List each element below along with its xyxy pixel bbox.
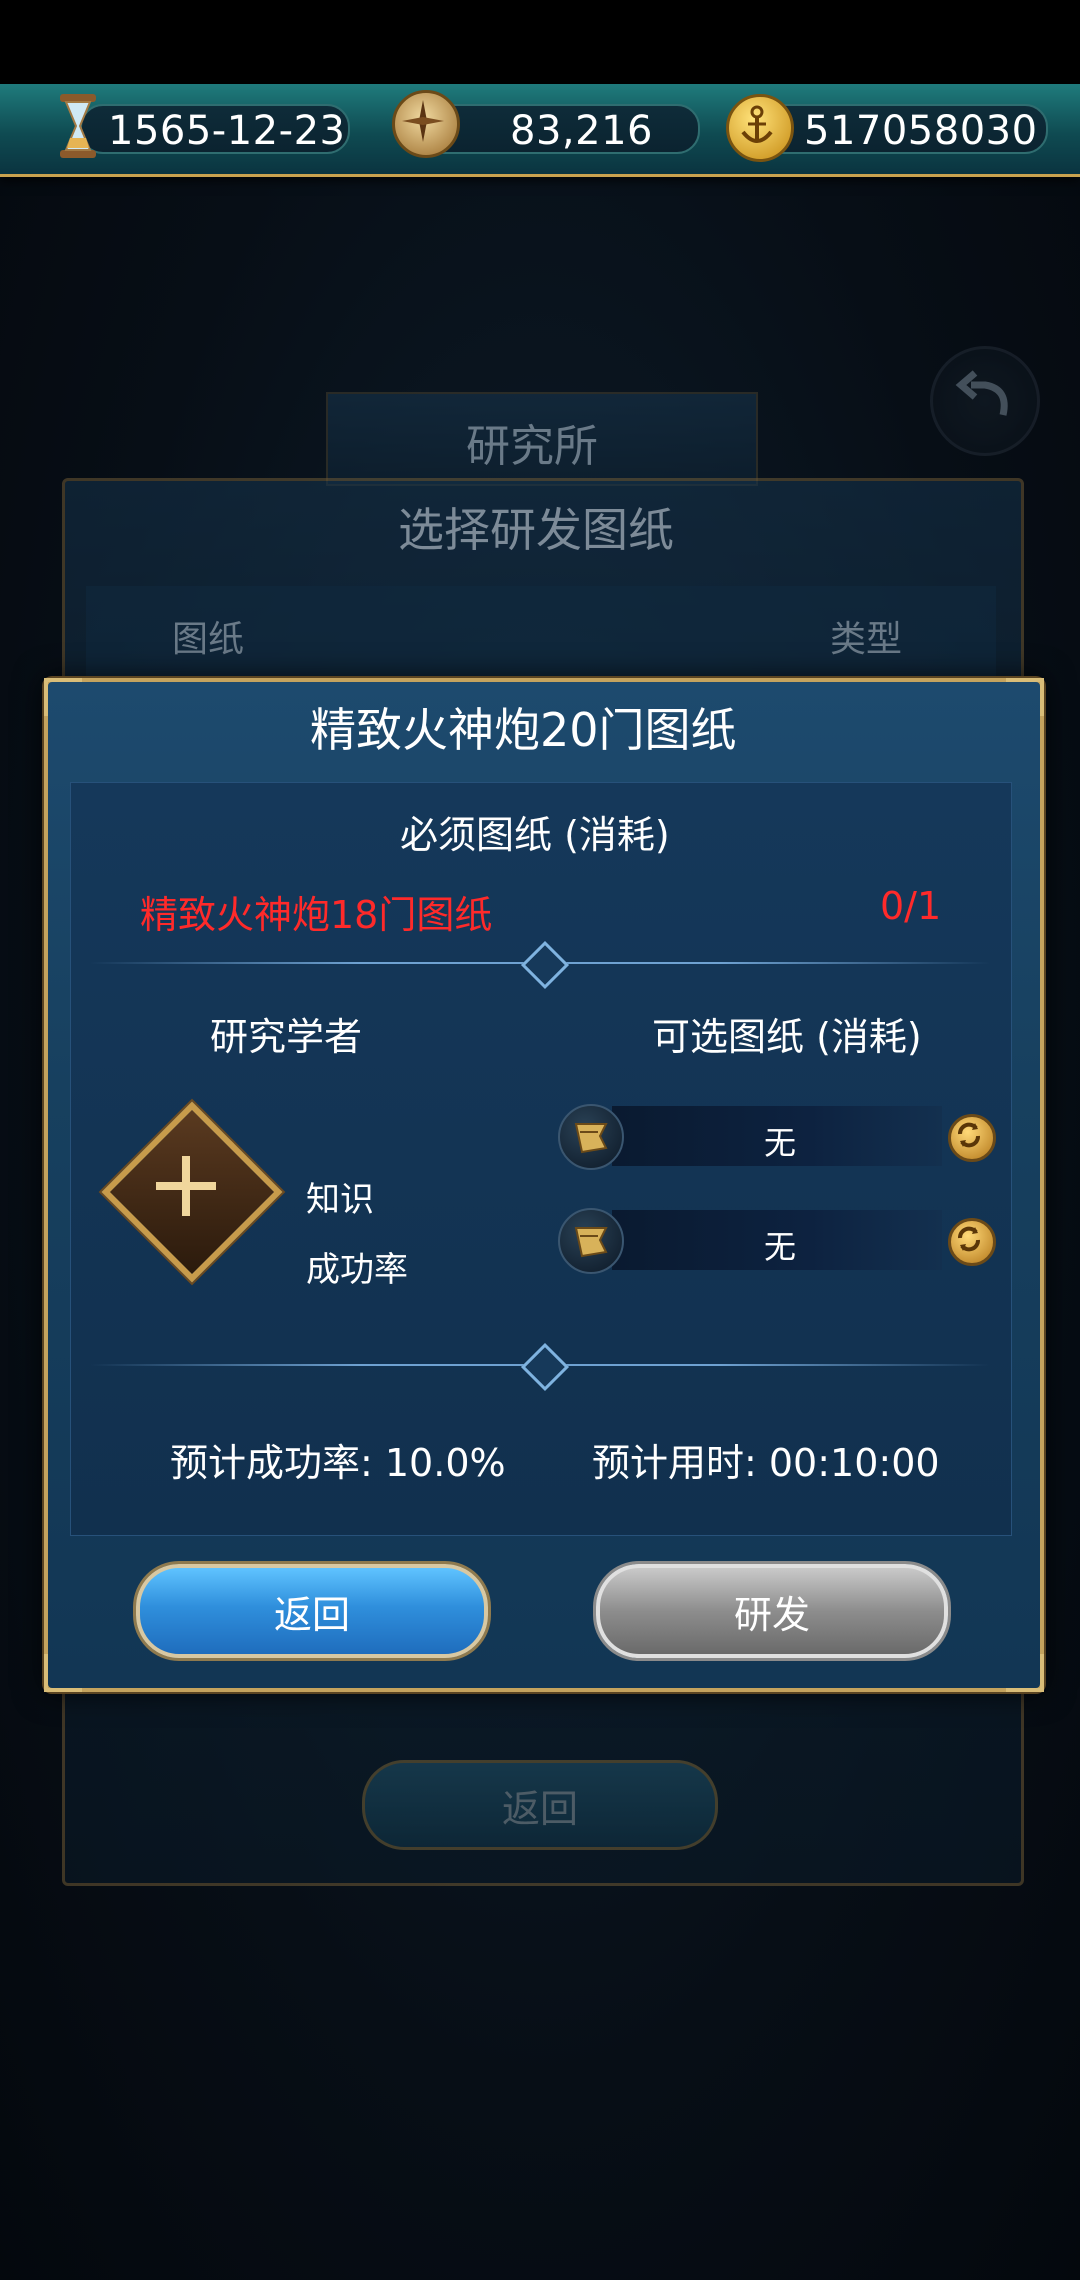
blueprint-scroll-icon [558, 1104, 624, 1170]
anchor-coin-icon [726, 94, 794, 162]
scholar-header: 研究学者 [210, 1015, 363, 1059]
required-blueprint-header: 必须图纸 (消耗) [400, 813, 670, 857]
background-col-blueprint: 图纸 [172, 619, 245, 660]
add-plus-icon [146, 1146, 226, 1226]
dialog-title: 精致火神炮20门图纸 [310, 703, 737, 757]
stat-knowledge: 知识 [306, 1180, 374, 1220]
optional-slot-2-value: 无 [764, 1228, 797, 1266]
back-button[interactable]: 返回 [136, 1564, 488, 1658]
blueprint-scroll-icon [558, 1208, 624, 1274]
estimated-time: 预计用时: 00:10:00 [592, 1441, 940, 1485]
background-dialog-title: 选择研发图纸 [398, 503, 674, 557]
resource-bar: 1565-12-23 83,216 517058030 [0, 84, 1080, 177]
gold-value: 517058030 [804, 108, 1038, 154]
background-back-label: 返回 [501, 1786, 578, 1831]
research-button[interactable]: 研发 [596, 1564, 948, 1658]
date-text: 1565-12-23 [108, 108, 346, 154]
optional-blueprint-header: 可选图纸 (消耗) [652, 1015, 922, 1059]
compass-icon [392, 90, 460, 158]
estimated-success-rate: 预计成功率: 10.0% [170, 1441, 506, 1485]
refresh-icon[interactable] [948, 1218, 996, 1266]
background-section-title: 研究所 [466, 421, 598, 472]
stat-success-rate: 成功率 [306, 1250, 408, 1290]
undo-back-icon[interactable] [930, 346, 1040, 456]
status-bar-area [0, 0, 1080, 84]
required-blueprint-item: 精致火神炮18门图纸 [140, 893, 493, 937]
back-button-label: 返回 [273, 1592, 350, 1637]
background-back-button[interactable]: 返回 [362, 1760, 718, 1850]
compass-value: 83,216 [510, 108, 653, 154]
refresh-icon[interactable] [948, 1114, 996, 1162]
background-col-type: 类型 [830, 619, 903, 660]
optional-slot-1-value: 无 [764, 1124, 797, 1162]
hourglass-icon [58, 92, 98, 160]
research-button-label: 研发 [733, 1592, 810, 1637]
required-blueprint-count: 0/1 [880, 884, 942, 928]
